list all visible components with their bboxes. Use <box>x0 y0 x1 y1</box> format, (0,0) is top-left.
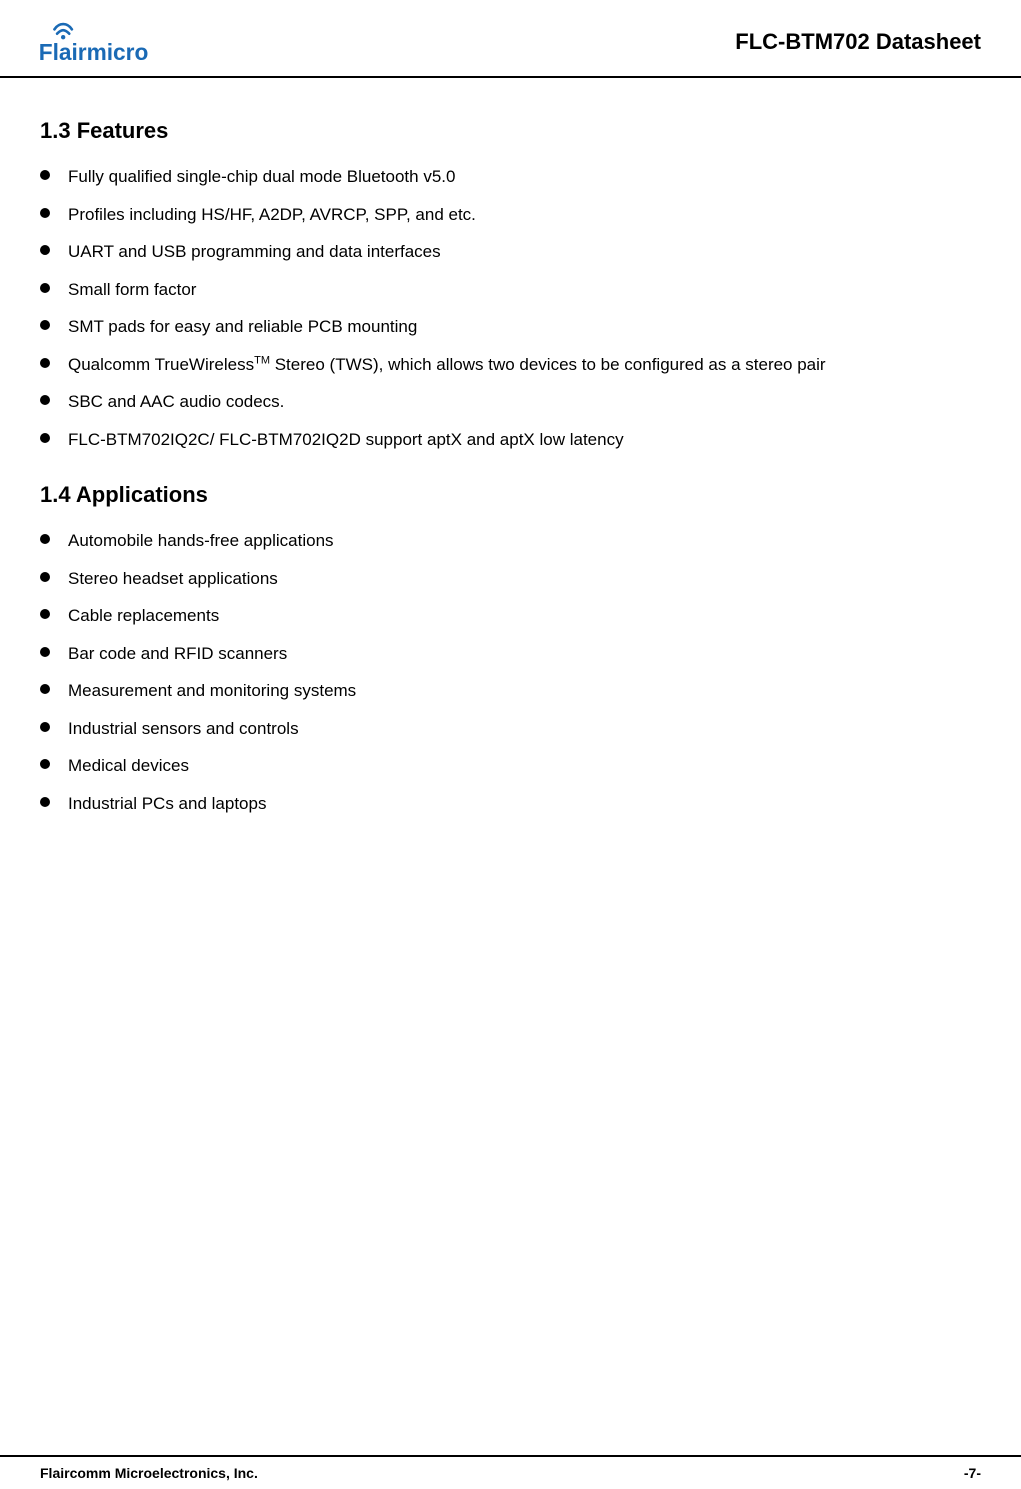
list-item: SMT pads for easy and reliable PCB mount… <box>40 314 981 340</box>
text-after-sup: Stereo (TWS), which allows two devices t… <box>270 355 826 374</box>
document-title: FLC-BTM702 Datasheet <box>735 29 981 55</box>
footer-page-number: -7- <box>964 1465 981 1481</box>
feature-item-text: Fully qualified single-chip dual mode Bl… <box>68 164 981 190</box>
footer-company-name: Flaircomm Microelectronics, Inc. <box>40 1465 258 1481</box>
bullet-icon <box>40 534 50 544</box>
logo-svg: Flairmicro <box>30 18 205 66</box>
applications-heading: 1.4 Applications <box>40 482 981 508</box>
bullet-icon <box>40 358 50 368</box>
page-content: 1.3 Features Fully qualified single-chip… <box>0 78 1021 876</box>
list-item: Small form factor <box>40 277 981 303</box>
superscript: TM <box>254 354 270 366</box>
list-item: FLC-BTM702IQ2C/ FLC-BTM702IQ2D support a… <box>40 427 981 453</box>
bullet-icon <box>40 395 50 405</box>
application-item-text: Stereo headset applications <box>68 566 981 592</box>
application-item-text: Cable replacements <box>68 603 981 629</box>
list-item: Automobile hands-free applications <box>40 528 981 554</box>
list-item: Measurement and monitoring systems <box>40 678 981 704</box>
bullet-icon <box>40 722 50 732</box>
bullet-icon <box>40 245 50 255</box>
list-item: Fully qualified single-chip dual mode Bl… <box>40 164 981 190</box>
feature-item-text: SBC and AAC audio codecs. <box>68 389 981 415</box>
application-item-text: Bar code and RFID scanners <box>68 641 981 667</box>
page-header: Flairmicro FLC-BTM702 Datasheet <box>0 0 1021 78</box>
application-item-text: Industrial sensors and controls <box>68 716 981 742</box>
list-item: UART and USB programming and data interf… <box>40 239 981 265</box>
list-item: Profiles including HS/HF, A2DP, AVRCP, S… <box>40 202 981 228</box>
list-item: Industrial sensors and controls <box>40 716 981 742</box>
list-item: Cable replacements <box>40 603 981 629</box>
feature-item-text: Qualcomm TrueWirelessTM Stereo (TWS), wh… <box>68 352 981 378</box>
application-item-text: Industrial PCs and laptops <box>68 791 981 817</box>
application-item-text: Measurement and monitoring systems <box>68 678 981 704</box>
bullet-icon <box>40 647 50 657</box>
bullet-icon <box>40 759 50 769</box>
bullet-icon <box>40 170 50 180</box>
bullet-icon <box>40 609 50 619</box>
bullet-icon <box>40 433 50 443</box>
list-item: SBC and AAC audio codecs. <box>40 389 981 415</box>
text-before-sup: Qualcomm TrueWireless <box>68 355 254 374</box>
feature-item-text: SMT pads for easy and reliable PCB mount… <box>68 314 981 340</box>
bullet-icon <box>40 320 50 330</box>
bullet-icon <box>40 797 50 807</box>
bullet-icon <box>40 684 50 694</box>
features-list: Fully qualified single-chip dual mode Bl… <box>40 164 981 452</box>
feature-item-text: Small form factor <box>68 277 981 303</box>
page-footer: Flaircomm Microelectronics, Inc. -7- <box>0 1455 1021 1489</box>
bullet-icon <box>40 572 50 582</box>
bullet-icon <box>40 208 50 218</box>
bullet-icon <box>40 283 50 293</box>
application-item-text: Automobile hands-free applications <box>68 528 981 554</box>
list-item: Medical devices <box>40 753 981 779</box>
list-item: Stereo headset applications <box>40 566 981 592</box>
feature-item-text: Profiles including HS/HF, A2DP, AVRCP, S… <box>68 202 981 228</box>
features-heading: 1.3 Features <box>40 118 981 144</box>
feature-item-text: UART and USB programming and data interf… <box>68 239 981 265</box>
feature-item-text: FLC-BTM702IQ2C/ FLC-BTM702IQ2D support a… <box>68 427 981 453</box>
logo: Flairmicro <box>30 18 205 66</box>
svg-text:Flairmicro: Flairmicro <box>39 39 149 65</box>
application-item-text: Medical devices <box>68 753 981 779</box>
applications-list: Automobile hands-free applications Stere… <box>40 528 981 816</box>
list-item: Bar code and RFID scanners <box>40 641 981 667</box>
list-item: Industrial PCs and laptops <box>40 791 981 817</box>
list-item: Qualcomm TrueWirelessTM Stereo (TWS), wh… <box>40 352 981 378</box>
